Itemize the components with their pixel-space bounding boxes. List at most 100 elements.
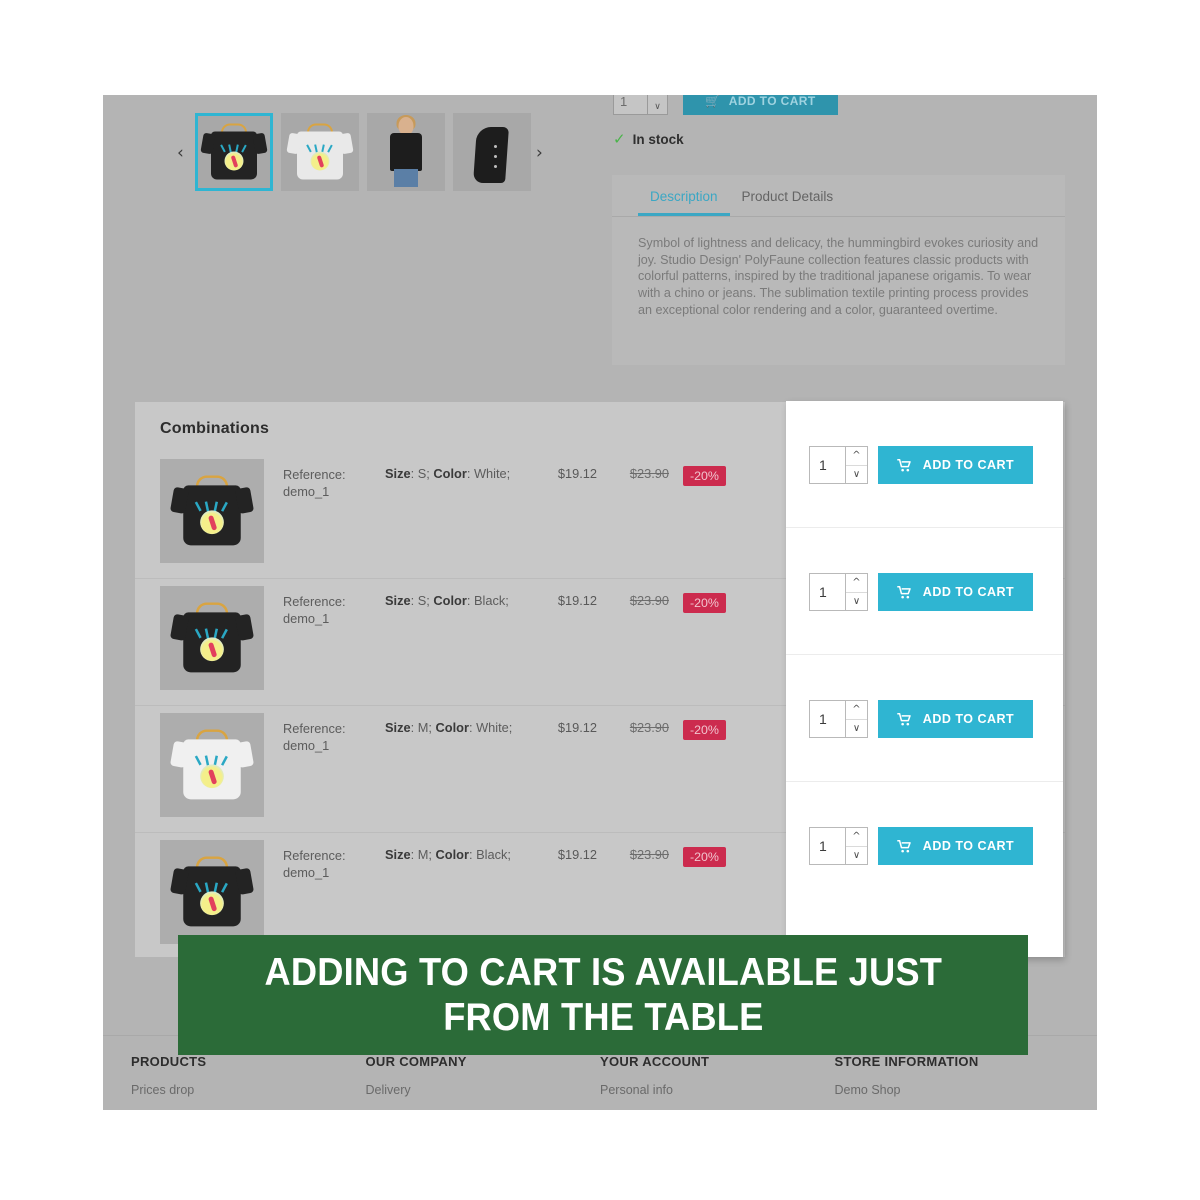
row-price: $19.12 xyxy=(557,847,597,862)
quantity-spinner[interactable]: ^ ∨ xyxy=(845,574,867,610)
cart-icon xyxy=(897,458,911,471)
chevron-up-icon[interactable]: ^ xyxy=(846,828,867,847)
add-to-cart-button[interactable]: ADD TO CART xyxy=(878,573,1033,611)
size-value: M xyxy=(417,847,429,862)
cart-icon xyxy=(897,839,911,852)
size-label: Size xyxy=(385,593,411,608)
stock-status-label: In stock xyxy=(632,131,684,147)
add-to-cart-label: ADD TO CART xyxy=(922,585,1015,599)
main-quantity-spinners[interactable]: ^∨ xyxy=(647,95,667,114)
reference-value: demo_1 xyxy=(283,865,330,881)
quantity-stepper[interactable]: 1 ^ ∨ xyxy=(809,827,868,865)
chevron-down-icon[interactable]: ∨ xyxy=(846,593,867,611)
row-thumbnail[interactable] xyxy=(160,840,264,944)
footer-link[interactable]: Personal info xyxy=(600,1083,835,1097)
row-reference: Reference: demo_1 xyxy=(264,593,378,628)
chevron-up-icon[interactable]: ^ xyxy=(846,701,867,720)
cart-icon xyxy=(897,712,911,725)
size-value: M xyxy=(417,720,429,735)
black-coat-icon xyxy=(473,121,509,183)
row-old-price: $23.90 xyxy=(629,847,669,862)
overlay-cart-row: 1 ^ ∨ ADD TO CART xyxy=(786,401,1063,527)
row-attributes: Size: S; Color: Black; xyxy=(385,593,509,608)
footer-link[interactable]: Prices drop xyxy=(131,1083,366,1097)
gallery-thumb-model[interactable] xyxy=(367,113,445,191)
add-to-cart-button[interactable]: ADD TO CART xyxy=(878,827,1033,865)
reference-label: Reference: xyxy=(283,848,346,863)
quantity-stepper[interactable]: 1 ^ ∨ xyxy=(809,700,868,738)
row-discount-badge: -20% xyxy=(683,466,726,486)
chevron-up-icon[interactable]: ^ xyxy=(846,447,867,466)
main-quantity-value[interactable]: 1 xyxy=(614,95,647,114)
row-discount-badge: -20% xyxy=(683,720,726,740)
row-thumbnail[interactable] xyxy=(160,586,264,690)
gallery-prev-icon[interactable]: ‹ xyxy=(177,145,184,162)
color-value: White xyxy=(476,720,509,735)
description-text: Symbol of lightness and delicacy, the hu… xyxy=(638,236,1039,317)
check-icon: ✓ xyxy=(613,130,626,148)
quantity-spinner[interactable]: ^ ∨ xyxy=(845,447,867,483)
chevron-down-icon[interactable]: ∨ xyxy=(846,720,867,738)
color-value: Black xyxy=(473,593,506,608)
row-old-price: $23.90 xyxy=(629,593,669,608)
reference-value: demo_1 xyxy=(283,484,330,500)
cart-icon: 🛒 xyxy=(705,95,721,108)
chevron-down-icon[interactable]: ∨ xyxy=(846,847,867,865)
cart-icon xyxy=(897,585,911,598)
footer-link[interactable]: Demo Shop xyxy=(835,1083,1070,1097)
quantity-stepper[interactable]: 1 ^ ∨ xyxy=(809,573,868,611)
size-value: S xyxy=(417,466,427,481)
add-to-cart-button[interactable]: ADD TO CART xyxy=(878,446,1033,484)
quantity-spinner[interactable]: ^ ∨ xyxy=(845,701,867,737)
chevron-down-icon[interactable]: ∨ xyxy=(846,466,867,484)
reference-value: demo_1 xyxy=(283,611,330,627)
row-thumbnail[interactable] xyxy=(160,713,264,817)
callout-banner: ADDING TO CART IS AVAILABLE JUST FROM TH… xyxy=(178,935,1028,1055)
footer-column-products: PRODUCTS Prices drop xyxy=(131,1054,366,1106)
reference-value: demo_1 xyxy=(283,738,330,754)
quantity-spinner[interactable]: ^ ∨ xyxy=(845,828,867,864)
main-add-to-cart-button[interactable]: 🛒 ADD TO CART xyxy=(683,95,838,115)
size-value: S xyxy=(417,593,427,608)
overlay-cart-row: 1 ^ ∨ ADD TO CART xyxy=(786,654,1063,781)
gallery-thumb-black-tshirt[interactable] xyxy=(195,113,273,191)
row-reference: Reference: demo_1 xyxy=(264,847,378,882)
footer-heading: STORE INFORMATION xyxy=(834,1054,979,1069)
black-tshirt-icon xyxy=(200,123,268,180)
gallery-thumbnails xyxy=(195,113,531,198)
description-tabs: Description Product Details xyxy=(612,175,1065,217)
add-to-cart-button[interactable]: ADD TO CART xyxy=(878,700,1033,738)
row-attributes: Size: S; Color: White; xyxy=(385,466,511,481)
tab-description[interactable]: Description xyxy=(638,189,730,216)
quantity-stepper[interactable]: 1 ^ ∨ xyxy=(809,446,868,484)
color-value: Black xyxy=(476,847,508,862)
footer-link[interactable]: Delivery xyxy=(366,1083,601,1097)
quantity-value[interactable]: 1 xyxy=(810,574,845,610)
stock-status: ✓ In stock xyxy=(613,130,684,148)
row-attributes: Size: M; Color: Black; xyxy=(385,847,511,862)
gallery-thumb-coat[interactable] xyxy=(453,113,531,191)
color-label: Color xyxy=(435,720,469,735)
footer-heading: YOUR ACCOUNT xyxy=(600,1054,710,1069)
reference-label: Reference: xyxy=(283,721,346,736)
row-thumbnail[interactable] xyxy=(160,459,264,563)
row-price: $19.12 xyxy=(557,720,597,735)
gallery-thumb-white-tshirt[interactable] xyxy=(281,113,359,191)
quantity-value[interactable]: 1 xyxy=(810,828,845,864)
row-price: $19.12 xyxy=(557,593,597,608)
quantity-value[interactable]: 1 xyxy=(810,701,845,737)
overlay-cart-row: 1 ^ ∨ ADD TO CART xyxy=(786,527,1063,654)
callout-banner-text: ADDING TO CART IS AVAILABLE JUST FROM TH… xyxy=(264,950,942,1040)
color-label: Color xyxy=(433,466,467,481)
footer-heading: OUR COMPANY xyxy=(365,1054,467,1069)
tab-product-details[interactable]: Product Details xyxy=(730,189,846,216)
row-old-price: $23.90 xyxy=(629,720,669,735)
main-add-to-cart-label: ADD TO CART xyxy=(728,95,816,108)
gallery-next-icon[interactable]: › xyxy=(536,145,543,162)
main-quantity-stepper[interactable]: 1 ^∨ xyxy=(613,95,668,115)
quantity-value[interactable]: 1 xyxy=(810,447,845,483)
chevron-up-icon[interactable]: ^ xyxy=(846,574,867,593)
footer-heading: PRODUCTS xyxy=(131,1054,207,1069)
color-value: White xyxy=(473,466,507,481)
color-label: Color xyxy=(433,593,467,608)
